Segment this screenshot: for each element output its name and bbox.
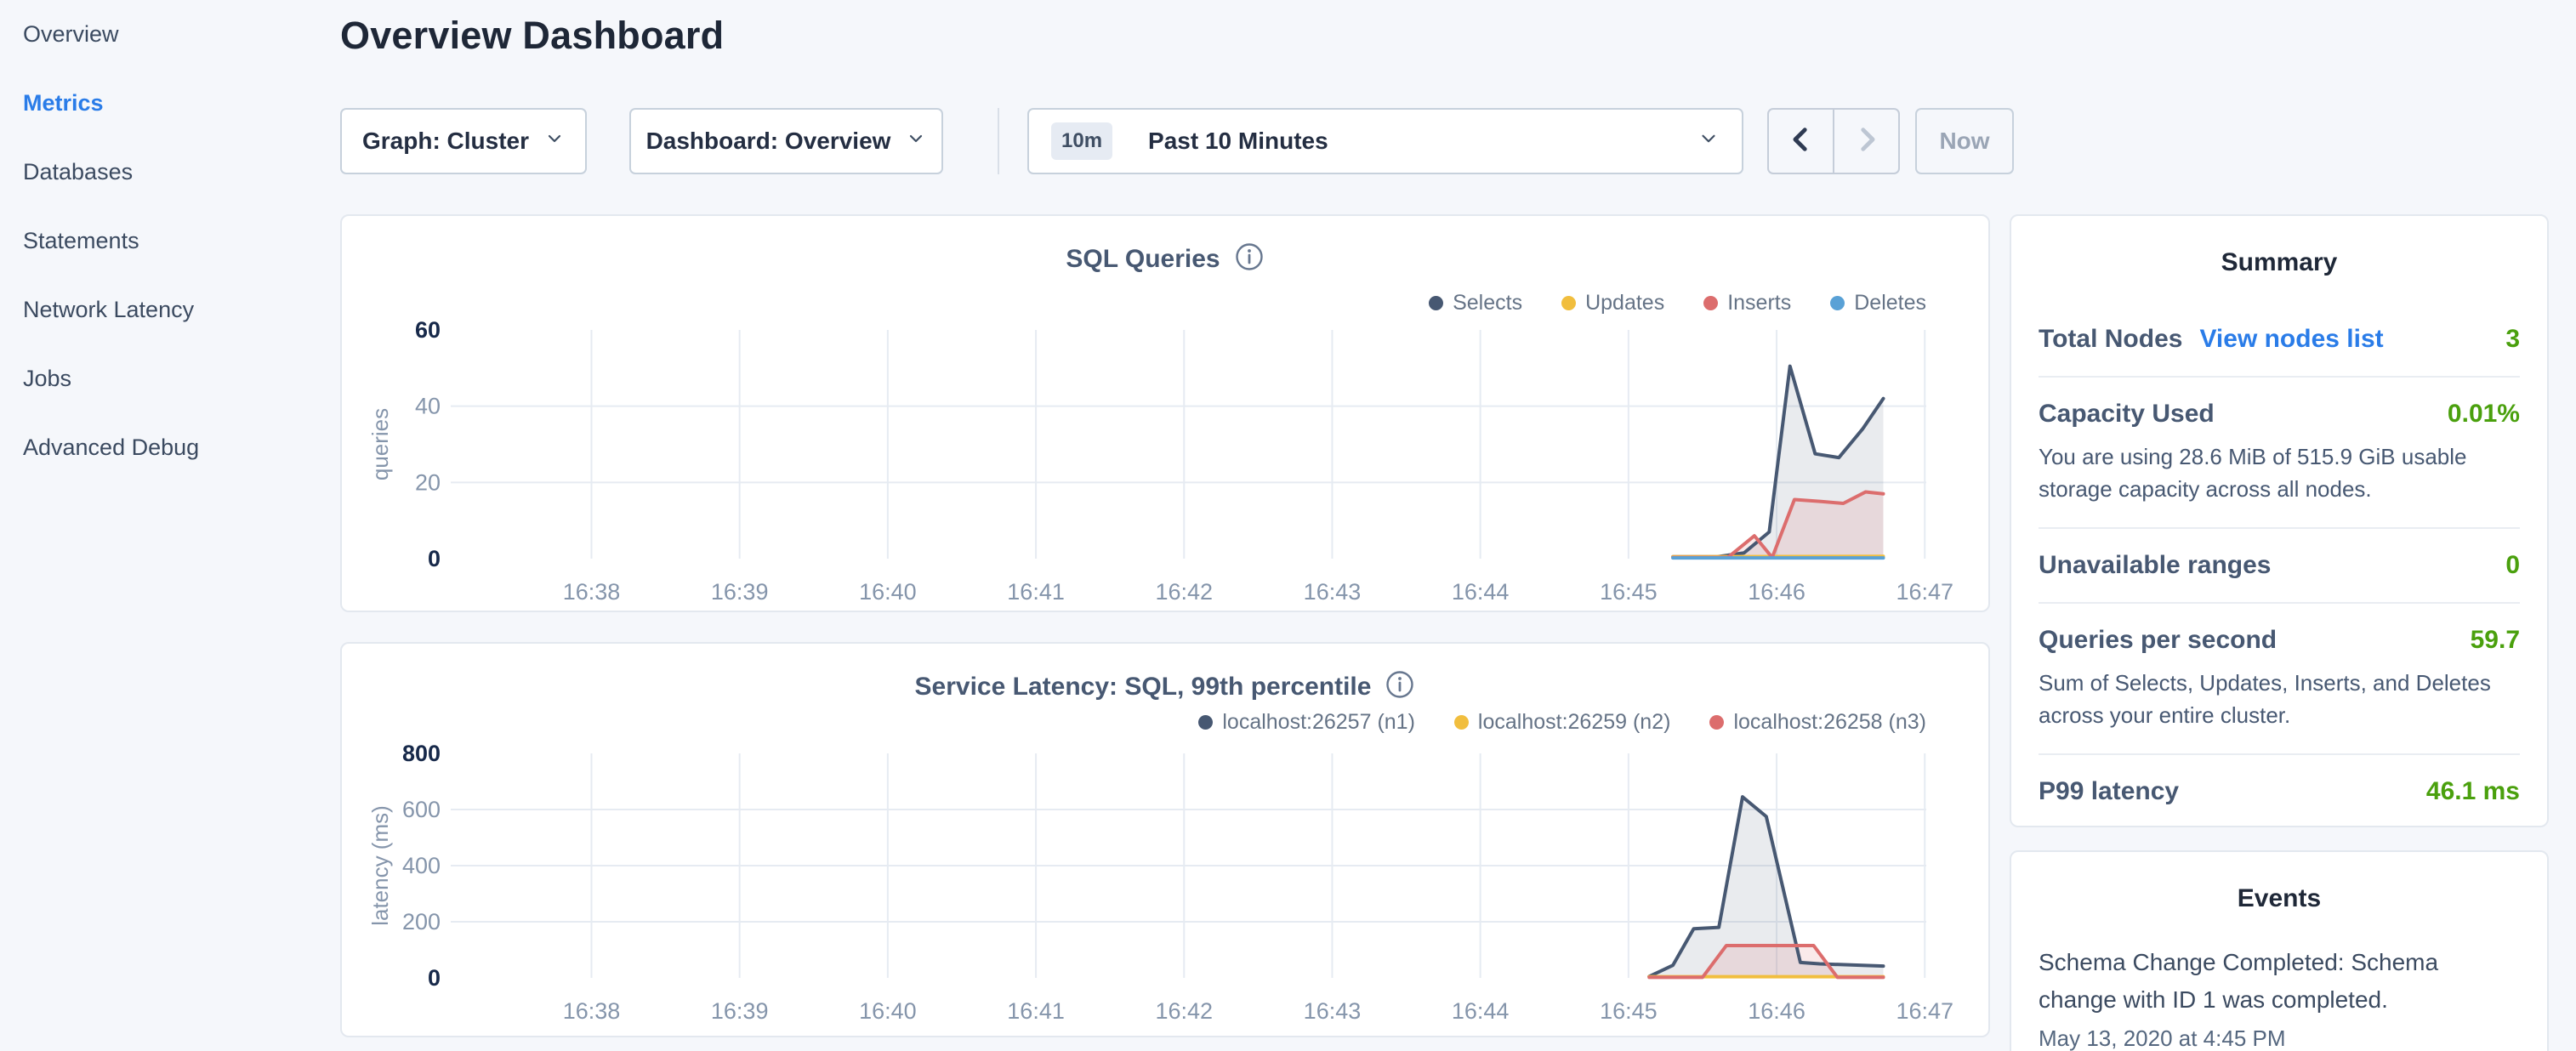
x-tick-label: 16:38	[563, 579, 621, 605]
y-axis-unit-label: queries	[367, 408, 393, 480]
chevron-right-icon	[1852, 125, 1881, 158]
time-range-badge: 10m	[1051, 122, 1112, 160]
capacity-used-description: You are using 28.6 MiB of 515.9 GiB usab…	[2039, 440, 2520, 505]
x-tick-label: 16:46	[1748, 998, 1805, 1024]
info-icon[interactable]	[1234, 241, 1265, 276]
sql-queries-title: SQL Queries	[1066, 245, 1220, 274]
dashboard-dropdown[interactable]: Dashboard: Overview	[629, 108, 943, 174]
chevron-down-icon	[544, 128, 565, 155]
sidebar-item-statements[interactable]: Statements	[0, 207, 340, 276]
y-tick-label: 600	[402, 797, 441, 822]
info-icon[interactable]	[1385, 669, 1415, 704]
x-tick-label: 16:42	[1155, 579, 1213, 605]
now-button[interactable]: Now	[1915, 108, 2014, 174]
graph-dropdown[interactable]: Graph: Cluster	[340, 108, 587, 174]
x-tick-label: 16:41	[1007, 579, 1065, 605]
x-tick-label: 16:39	[711, 998, 769, 1024]
events-title: Events	[2011, 884, 2547, 913]
y-tick-label: 20	[415, 469, 441, 495]
event-message: Schema Change Completed: Schema change w…	[2039, 944, 2520, 1019]
y-tick-label: 60	[415, 317, 441, 343]
y-tick-label: 0	[428, 546, 441, 571]
summary-row-unavailable-ranges: Unavailable ranges 0	[2039, 529, 2520, 604]
x-tick-label: 16:40	[859, 579, 917, 605]
page-title: Overview Dashboard	[340, 14, 724, 58]
summary-row-capacity-used: Capacity Used 0.01% You are using 28.6 M…	[2039, 378, 2520, 529]
summary-title: Summary	[2011, 248, 2547, 277]
y-tick-label: 40	[415, 394, 441, 419]
y-tick-label: 200	[402, 909, 441, 935]
controls-divider	[998, 108, 999, 174]
previous-time-button[interactable]	[1769, 110, 1833, 173]
total-nodes-label: Total Nodes	[2039, 325, 2182, 354]
event-timestamp: May 13, 2020 at 4:45 PM	[2039, 1025, 2520, 1051]
controls-bar: Graph: Cluster Dashboard: Overview 10m P…	[0, 108, 2576, 174]
x-tick-label: 16:39	[711, 579, 769, 605]
time-step-buttons	[1767, 108, 1900, 174]
y-tick-label: 0	[428, 965, 441, 991]
queries-per-second-value: 59.7	[2471, 626, 2520, 655]
x-tick-label: 16:38	[563, 998, 621, 1024]
chevron-down-icon	[1697, 128, 1720, 156]
x-tick-label: 16:45	[1600, 579, 1658, 605]
y-tick-label: 400	[402, 853, 441, 878]
x-tick-label: 16:43	[1304, 579, 1362, 605]
view-nodes-list-link[interactable]: View nodes list	[2199, 325, 2383, 354]
unavailable-ranges-label: Unavailable ranges	[2039, 551, 2271, 580]
summary-row-total-nodes: Total Nodes View nodes list 3	[2039, 303, 2520, 378]
sidebar-item-advanced-debug[interactable]: Advanced Debug	[0, 413, 340, 482]
now-button-label: Now	[1939, 128, 1989, 155]
p99-latency-label: P99 latency	[2039, 777, 2179, 806]
x-tick-label: 16:47	[1896, 998, 1953, 1024]
sidebar-item-network-latency[interactable]: Network Latency	[0, 276, 340, 344]
chevron-down-icon	[906, 128, 926, 155]
total-nodes-value: 3	[2505, 325, 2520, 354]
summary-row-p99-latency: P99 latency 46.1 ms	[2039, 755, 2520, 828]
graph-dropdown-label: Graph: Cluster	[362, 128, 529, 155]
queries-per-second-description: Sum of Selects, Updates, Inserts, and De…	[2039, 667, 2520, 731]
chevron-left-icon	[1787, 125, 1816, 158]
x-tick-label: 16:41	[1007, 998, 1065, 1024]
time-range-label: Past 10 Minutes	[1148, 128, 1328, 155]
capacity-used-value: 0.01%	[2448, 400, 2520, 429]
dashboard-dropdown-label: Dashboard: Overview	[646, 128, 891, 155]
service-latency-plot[interactable]: 16:38 16:39 16:40 16:41 16:42 16:43 16:44 16:45…	[366, 713, 1982, 1029]
x-tick-label: 16:43	[1304, 998, 1362, 1024]
y-axis-unit-label: latency (ms)	[367, 805, 393, 926]
queries-per-second-label: Queries per second	[2039, 626, 2277, 655]
sidebar-item-jobs[interactable]: Jobs	[0, 344, 340, 413]
x-tick-label: 16:45	[1600, 998, 1658, 1024]
capacity-used-label: Capacity Used	[2039, 400, 2215, 429]
y-tick-label: 800	[402, 741, 441, 766]
time-range-dropdown[interactable]: 10m Past 10 Minutes	[1027, 108, 1743, 174]
sql-queries-plot[interactable]: 16:38 16:39 16:40 16:41 16:42 16:43 16:44 16:45…	[366, 289, 1982, 605]
summary-row-queries-per-second: Queries per second 59.7 Sum of Selects, …	[2039, 604, 2520, 755]
service-latency-title: Service Latency: SQL, 99th percentile	[915, 673, 1372, 702]
sidebar-item-overview[interactable]: Overview	[0, 0, 340, 69]
x-tick-label: 16:42	[1155, 998, 1213, 1024]
p99-latency-value: 46.1 ms	[2426, 777, 2520, 806]
app-root: Overview Metrics Databases Statements Ne…	[0, 0, 2576, 1051]
x-tick-label: 16:40	[859, 998, 917, 1024]
x-tick-label: 16:44	[1452, 579, 1510, 605]
x-tick-label: 16:44	[1452, 998, 1510, 1024]
summary-panel: Summary Total Nodes View nodes list 3 Ca…	[2010, 214, 2549, 827]
next-time-button[interactable]	[1833, 110, 1898, 173]
x-tick-label: 16:47	[1896, 579, 1953, 605]
events-panel: Events Schema Change Completed: Schema c…	[2010, 850, 2549, 1051]
unavailable-ranges-value: 0	[2505, 551, 2520, 580]
x-tick-label: 16:46	[1748, 579, 1805, 605]
